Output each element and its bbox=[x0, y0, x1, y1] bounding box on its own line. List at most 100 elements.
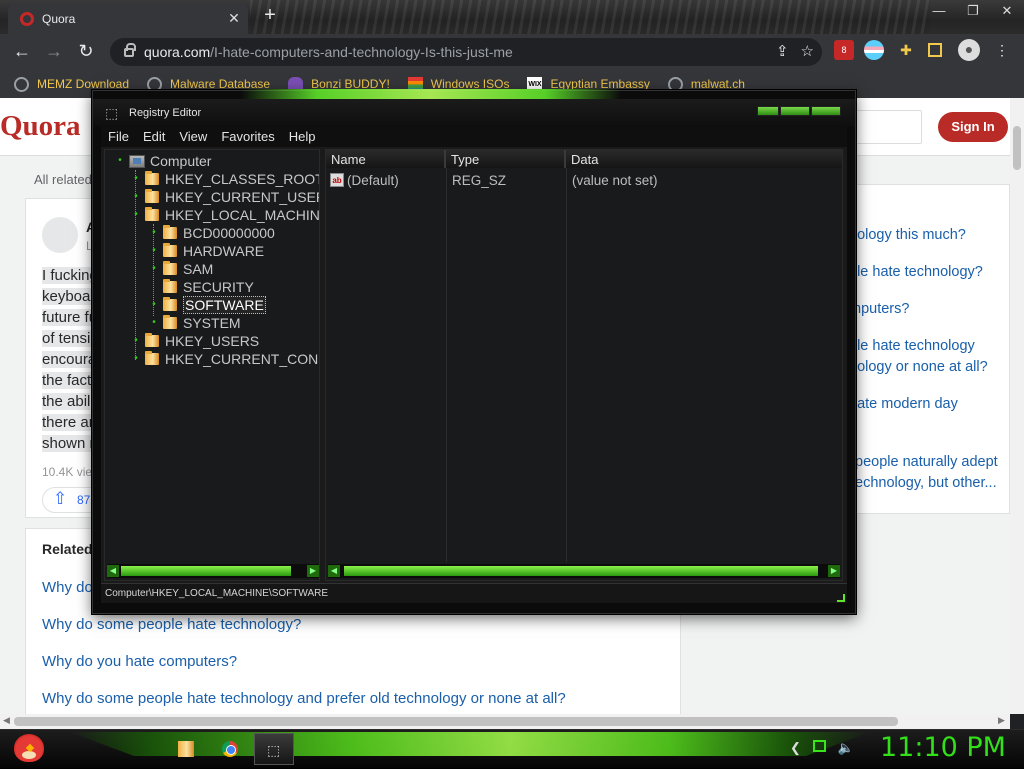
tree-hardware[interactable]: • HARDWARE bbox=[149, 242, 264, 260]
scroll-right-icon[interactable]: ▶ bbox=[307, 565, 319, 577]
tree-label: HKEY_USERS bbox=[165, 333, 260, 349]
scroll-thumb[interactable] bbox=[1013, 126, 1021, 170]
menu-view[interactable]: View bbox=[172, 127, 214, 147]
expand-dot-icon[interactable]: • bbox=[131, 192, 141, 202]
taskbar-clock[interactable]: 11:10 PM bbox=[880, 732, 1006, 763]
tree-software[interactable]: • SOFTWARE bbox=[149, 296, 266, 314]
expand-dot-icon[interactable]: • bbox=[149, 228, 159, 238]
expand-dot-icon[interactable]: • bbox=[131, 210, 141, 220]
tree-hkey-current-config[interactable]: • HKEY_CURRENT_CONFI bbox=[131, 350, 319, 368]
column-headers: Name Type Data bbox=[326, 150, 842, 168]
side-question[interactable]: nology this much? bbox=[849, 225, 966, 246]
side-question[interactable]: ple hate technology? bbox=[849, 262, 983, 283]
side-question[interactable]: hate modern day bbox=[849, 394, 958, 415]
scroll-right-icon[interactable]: ▶ bbox=[828, 565, 840, 577]
quora-logo[interactable]: Quora bbox=[0, 110, 81, 143]
volume-icon[interactable]: 🔈 bbox=[838, 740, 854, 756]
page-horizontal-scrollbar[interactable]: ◀ ▶ bbox=[0, 714, 1010, 729]
menu-file[interactable]: File bbox=[101, 127, 136, 147]
forward-button[interactable]: → bbox=[38, 36, 70, 68]
regedit-close-button[interactable] bbox=[811, 106, 841, 116]
menu-kebab-icon[interactable]: ⋮ bbox=[992, 40, 1012, 60]
side-question[interactable]: mputers? bbox=[849, 299, 909, 320]
tree-hkey-users[interactable]: • HKEY_USERS bbox=[131, 332, 259, 350]
quora-search-input[interactable] bbox=[852, 110, 922, 144]
flag-extension-icon[interactable] bbox=[864, 40, 884, 60]
resize-grip-icon[interactable] bbox=[837, 594, 845, 602]
regedit-minimize-button[interactable] bbox=[757, 106, 779, 116]
related-question[interactable]: Why do you hate computers? bbox=[42, 653, 566, 690]
answer-line: there ar bbox=[42, 414, 94, 431]
table-row[interactable]: ab (Default) REG_SZ (value not set) bbox=[326, 170, 842, 190]
tray-chevron-icon[interactable]: ❮ bbox=[790, 740, 801, 756]
new-tab-button[interactable]: + bbox=[256, 4, 284, 30]
menu-help[interactable]: Help bbox=[282, 127, 323, 147]
tree-hkey-classes-root[interactable]: • HKEY_CLASSES_ROOT bbox=[131, 170, 319, 188]
tree-security[interactable]: • SECURITY bbox=[149, 278, 254, 296]
back-button[interactable]: ← bbox=[6, 36, 38, 68]
address-bar[interactable]: quora.com /I-hate-computers-and-technolo… bbox=[110, 38, 822, 66]
column-name[interactable]: Name bbox=[326, 150, 446, 168]
menu-favorites[interactable]: Favorites bbox=[214, 127, 281, 147]
regedit-maximize-button[interactable] bbox=[780, 106, 810, 116]
start-button[interactable] bbox=[6, 730, 52, 769]
column-type[interactable]: Type bbox=[446, 150, 566, 168]
regedit-titlebar[interactable]: ⬚ Registry Editor bbox=[93, 99, 855, 127]
minimize-button[interactable]: — bbox=[922, 0, 956, 24]
tree-system[interactable]: • SYSTEM bbox=[149, 314, 241, 332]
tree-sam[interactable]: • SAM bbox=[149, 260, 213, 278]
menu-edit[interactable]: Edit bbox=[136, 127, 172, 147]
taskbar-explorer[interactable] bbox=[166, 733, 206, 765]
side-question[interactable]: ple hate technology bbox=[849, 336, 975, 357]
values-list[interactable]: Name Type Data ab (Default) REG_SZ (valu… bbox=[325, 149, 843, 581]
lock-icon[interactable] bbox=[124, 42, 136, 57]
tree-label: HARDWARE bbox=[183, 243, 265, 259]
ublock-extension-icon[interactable]: 8 bbox=[834, 40, 854, 60]
taskbar-regedit[interactable]: ⬚ bbox=[254, 733, 294, 765]
expand-dot-icon[interactable]: • bbox=[115, 156, 125, 166]
column-data[interactable]: Data bbox=[566, 150, 842, 168]
side-question[interactable]: echnology, but other... bbox=[855, 473, 997, 494]
scroll-thumb[interactable] bbox=[121, 566, 291, 576]
related-question[interactable]: Why do some people hate technology? bbox=[42, 616, 566, 653]
tab-close-icon[interactable]: ✕ bbox=[224, 10, 244, 27]
expand-dot-icon[interactable]: • bbox=[131, 354, 141, 364]
scroll-thumb[interactable] bbox=[344, 566, 818, 576]
avatar[interactable] bbox=[42, 217, 78, 253]
tree-hkey-local-machine[interactable]: • HKEY_LOCAL_MACHINE bbox=[131, 206, 319, 224]
scroll-left-icon[interactable]: ◀ bbox=[107, 565, 119, 577]
list-horizontal-scrollbar[interactable]: ◀ ▶ bbox=[328, 564, 840, 578]
tree-bcd[interactable]: • BCD00000000 bbox=[149, 224, 275, 242]
taskbar-chrome[interactable] bbox=[210, 733, 250, 765]
all-related-filter[interactable]: All related bbox=[34, 172, 92, 187]
close-window-button[interactable]: ✕ bbox=[990, 0, 1024, 24]
tree-computer[interactable]: • Computer bbox=[115, 152, 211, 170]
side-question[interactable]: nology or none at all? bbox=[849, 357, 988, 378]
profile-avatar-icon[interactable]: ● bbox=[958, 39, 980, 61]
side-question[interactable]: people naturally adept bbox=[855, 452, 998, 473]
tree-hkey-current-user[interactable]: • HKEY_CURRENT_USER bbox=[131, 188, 319, 206]
scroll-left-icon[interactable]: ◀ bbox=[328, 565, 340, 577]
expand-dot-icon[interactable]: • bbox=[131, 174, 141, 184]
tab-quora[interactable]: Quora ✕ bbox=[8, 3, 248, 34]
share-icon[interactable]: ⇪ bbox=[776, 42, 789, 60]
registry-tree[interactable]: • Computer • HKEY_CLASSES_ROOT • HKEY_CU… bbox=[104, 149, 320, 581]
sign-in-button[interactable]: Sign In bbox=[938, 112, 1008, 142]
expand-dot-icon[interactable]: • bbox=[149, 246, 159, 256]
tree-horizontal-scrollbar[interactable]: ◀ ▶ bbox=[107, 564, 319, 578]
bookmark-star-icon[interactable]: ☆ bbox=[801, 42, 814, 60]
puzzle-extensions-icon[interactable]: ✚ bbox=[896, 40, 916, 60]
restore-button[interactable]: ❐ bbox=[956, 0, 990, 24]
expand-dot-icon[interactable]: • bbox=[131, 336, 141, 346]
scroll-thumb[interactable] bbox=[14, 717, 898, 726]
reload-button[interactable]: ↻ bbox=[70, 36, 102, 68]
expand-dot-icon[interactable]: • bbox=[149, 300, 159, 310]
expand-dot-icon[interactable]: • bbox=[149, 264, 159, 274]
side-panel-icon[interactable] bbox=[928, 43, 942, 57]
network-icon[interactable] bbox=[812, 740, 826, 752]
related-question[interactable]: Why do some people hate technology and p… bbox=[42, 690, 566, 714]
scroll-right-icon[interactable]: ▶ bbox=[998, 715, 1005, 726]
expand-dot-icon[interactable]: • bbox=[149, 318, 159, 328]
scroll-left-icon[interactable]: ◀ bbox=[3, 715, 10, 726]
page-vertical-scrollbar[interactable] bbox=[1010, 98, 1024, 714]
